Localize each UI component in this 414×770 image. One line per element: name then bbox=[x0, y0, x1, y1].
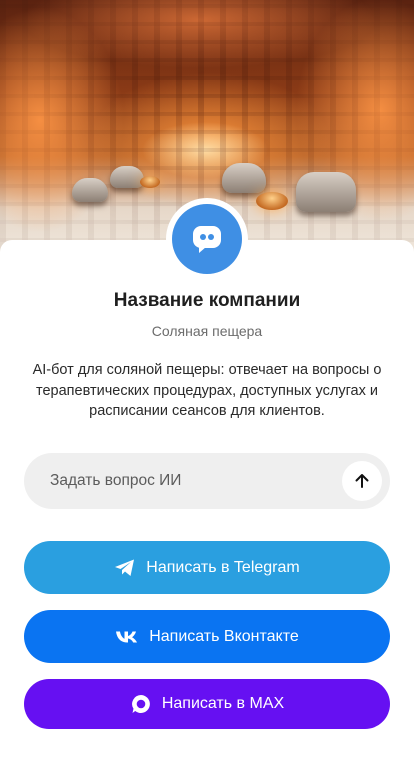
vkontakte-button-label: Написать Вконтакте bbox=[149, 627, 299, 645]
max-button-label: Написать в MAX bbox=[161, 695, 285, 712]
telegram-button[interactable]: Написать в Telegram bbox=[24, 541, 390, 594]
vkontakte-button[interactable]: Написать Вконтакте bbox=[24, 610, 390, 663]
bot-avatar bbox=[172, 204, 242, 274]
max-icon bbox=[131, 695, 150, 713]
cover-chair bbox=[110, 166, 144, 188]
cover-chair bbox=[222, 163, 266, 193]
company-description: AI-бот для соляной пещеры: отвечает на в… bbox=[32, 362, 382, 419]
company-category: Соляная пещера bbox=[151, 323, 263, 339]
vk-icon bbox=[116, 631, 138, 642]
company-name: Название компании bbox=[113, 290, 301, 311]
send-button[interactable] bbox=[342, 461, 382, 501]
arrow-up-icon bbox=[355, 474, 369, 488]
cover-chair bbox=[296, 172, 356, 212]
cover-table bbox=[140, 176, 160, 188]
max-button[interactable]: Написать в MAX bbox=[24, 679, 390, 729]
cover-table bbox=[256, 192, 288, 210]
ask-ai-input[interactable] bbox=[48, 471, 342, 491]
telegram-button-label: Написать в Telegram bbox=[146, 558, 300, 576]
ask-ai-bar bbox=[24, 453, 390, 509]
avatar bbox=[166, 198, 248, 280]
chat-bot-icon bbox=[193, 226, 221, 253]
telegram-icon bbox=[115, 559, 135, 576]
cover-chair bbox=[72, 178, 108, 202]
